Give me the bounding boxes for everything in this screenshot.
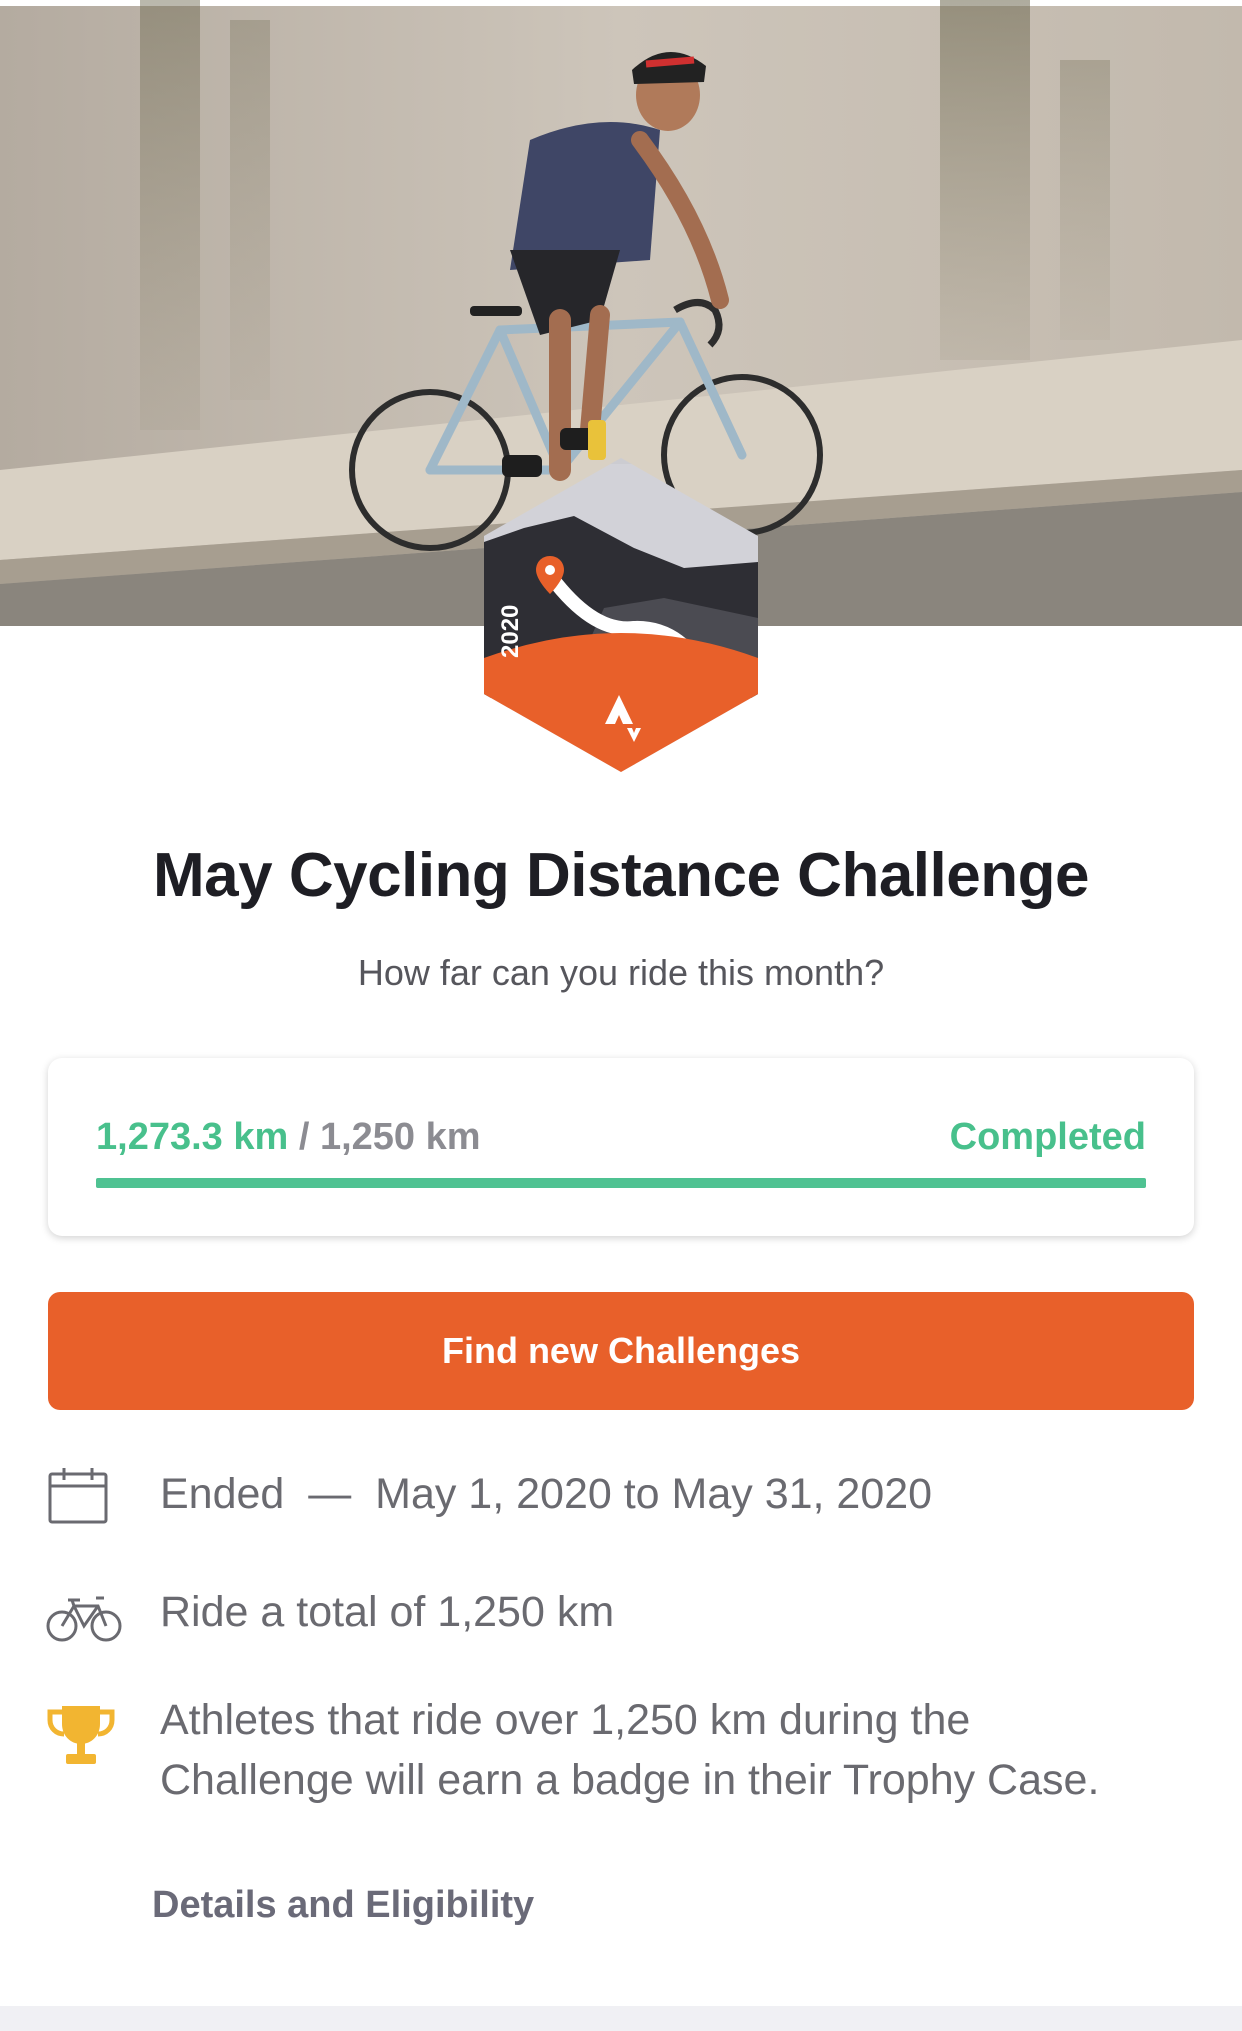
challenge-title: May Cycling Distance Challenge [153, 841, 1089, 910]
progress-fill [96, 1178, 1146, 1188]
calendar-icon [46, 1466, 110, 1531]
bottom-divider [0, 2006, 1242, 2031]
progress-bar [96, 1178, 1146, 1188]
dates-text: Ended — May 1, 2020 to May 31, 2020 [160, 1470, 933, 1518]
progress-card: 1,273.3 km / 1,250 km Completed [48, 1058, 1194, 1236]
progress-current: 1,273.3 km [96, 1116, 289, 1158]
badge-year: 2020 [497, 605, 524, 658]
challenge-badge-icon: 2020 [484, 458, 758, 772]
reward-text: Athletes that ride over 1,250 km during … [160, 1696, 1100, 1804]
bicycle-icon [46, 1592, 122, 1649]
progress-separator: / [298, 1116, 310, 1158]
goal-text: Ride a total of 1,250 km [160, 1588, 615, 1636]
trophy-icon [46, 1702, 116, 1773]
details-and-eligibility-link[interactable]: Details and Eligibility [152, 1884, 534, 1927]
find-new-challenges-button[interactable]: Find new Challenges [48, 1292, 1194, 1410]
progress-status: Completed [949, 1116, 1146, 1158]
challenge-subtitle: How far can you ride this month? [357, 952, 885, 993]
progress-text: 1,273.3 km / 1,250 km [96, 1116, 481, 1159]
progress-goal: 1,250 km [319, 1116, 481, 1158]
